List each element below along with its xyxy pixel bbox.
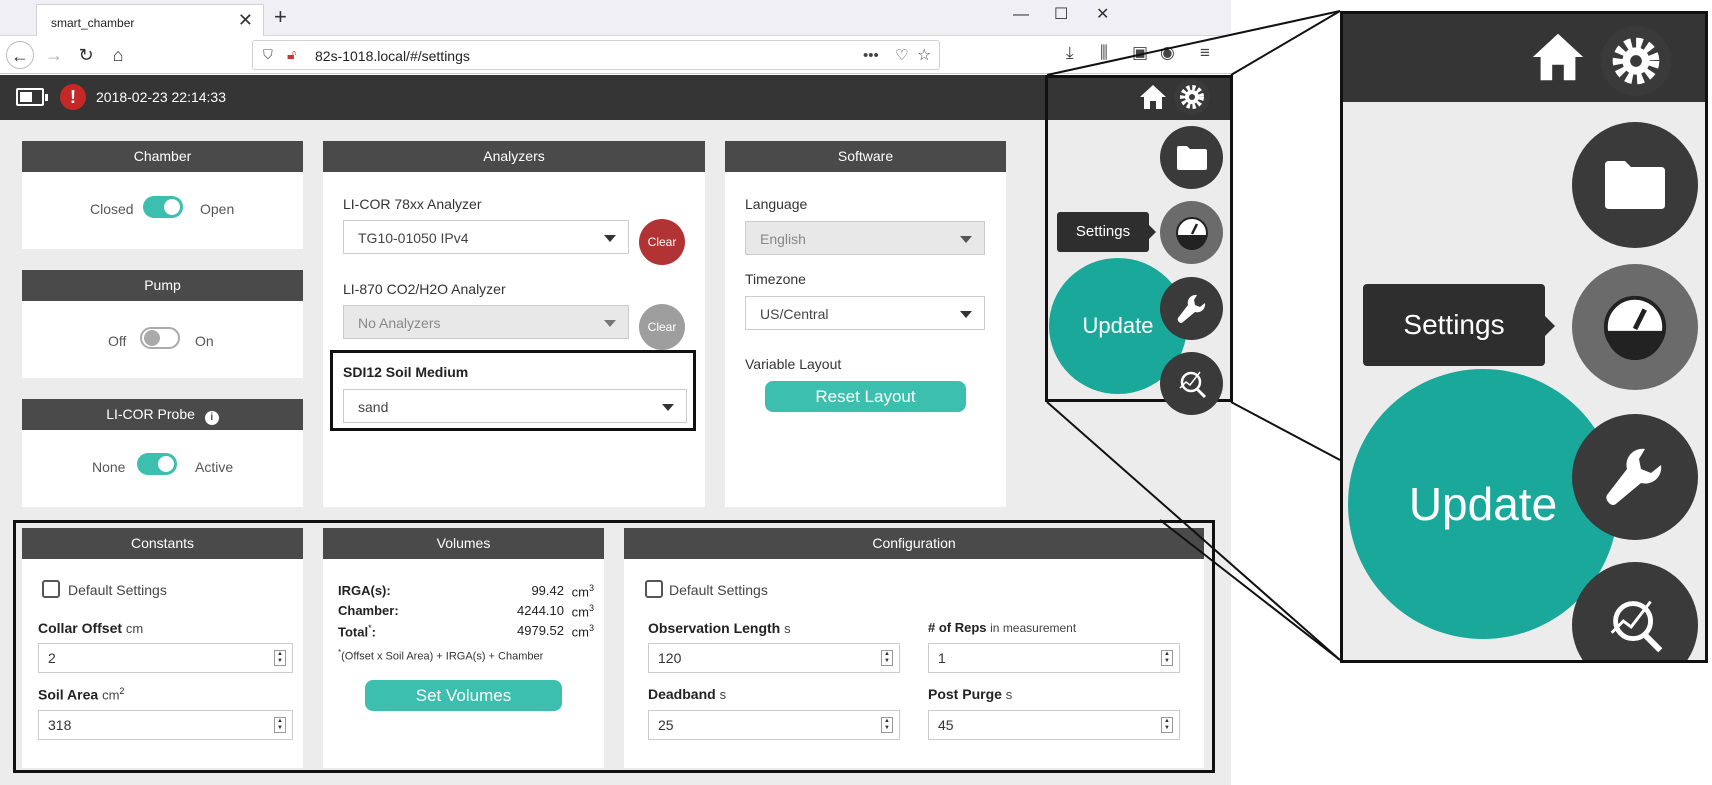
zoom-gear-icon [1601, 26, 1671, 96]
zoom-tooltip-arrow [1545, 316, 1555, 336]
zoom-wrench-icon [1572, 414, 1698, 540]
zoom-inset: Update Settings [1340, 11, 1708, 663]
zoom-gauge-icon [1572, 264, 1698, 390]
zoom-settings-tooltip: Settings [1363, 284, 1545, 366]
zoom-home-icon [1529, 28, 1587, 86]
zoom-folder-icon [1572, 122, 1698, 248]
